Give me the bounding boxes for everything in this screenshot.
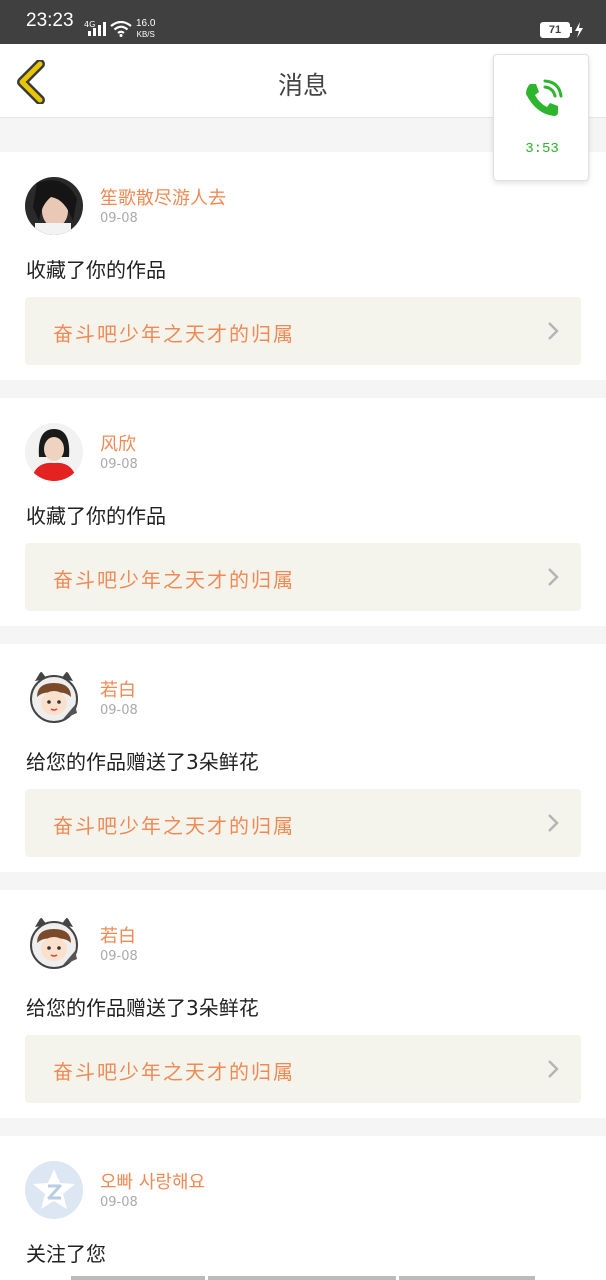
username[interactable]: 若白 <box>100 676 136 702</box>
action-text: 关注了您 <box>26 1242 106 1266</box>
message-card: 若白 09-08 给您的作品赠送了3朵鲜花 奋斗吧少年之天才的归属 <box>0 890 606 1118</box>
message-date: 09-08 <box>100 1195 138 1210</box>
default-avatar-icon <box>25 1161 83 1219</box>
work-link[interactable]: 奋斗吧少年之天才的归属 <box>25 543 581 611</box>
scroll-hint <box>71 1276 205 1280</box>
avatar-cartoon <box>25 669 83 727</box>
message-card: 笙歌散尽游人去 09-08 收藏了你的作品 奋斗吧少年之天才的归属 <box>0 152 606 380</box>
wifi-icon <box>110 21 132 37</box>
username[interactable]: 风欣 <box>100 430 136 456</box>
action-text: 收藏了你的作品 <box>26 504 166 528</box>
work-title: 奋斗吧少年之天才的归属 <box>53 814 295 838</box>
message-date: 09-08 <box>100 457 138 472</box>
work-title: 奋斗吧少年之天才的归属 <box>53 322 295 346</box>
call-widget[interactable]: 3:53 <box>493 54 589 181</box>
action-text: 给您的作品赠送了3朵鲜花 <box>26 750 259 774</box>
chevron-right-icon <box>548 568 559 586</box>
message-card: 风欣 09-08 收藏了你的作品 奋斗吧少年之天才的归属 <box>0 398 606 626</box>
work-title: 奋斗吧少年之天才的归属 <box>53 1060 295 1084</box>
status-time: 23:23 <box>26 10 74 31</box>
avatar-photo <box>25 177 83 235</box>
message-date: 09-08 <box>100 703 138 718</box>
username[interactable]: 若白 <box>100 922 136 948</box>
avatar[interactable] <box>25 1161 83 1219</box>
chevron-right-icon <box>548 814 559 832</box>
chevron-right-icon <box>548 1060 559 1078</box>
chevron-right-icon <box>548 322 559 340</box>
work-link[interactable]: 奋斗吧少年之天才的归属 <box>25 789 581 857</box>
charging-icon <box>575 22 583 38</box>
avatar[interactable] <box>25 915 83 973</box>
username[interactable]: 오빠 사랑해요 <box>100 1168 205 1194</box>
phone-icon <box>526 79 563 116</box>
avatar-photo <box>25 423 83 481</box>
avatar[interactable] <box>25 423 83 481</box>
message-card: 若白 09-08 给您的作品赠送了3朵鲜花 奋斗吧少年之天才的归属 <box>0 644 606 872</box>
avatar-cartoon <box>25 915 83 973</box>
avatar[interactable] <box>25 669 83 727</box>
username[interactable]: 笙歌散尽游人去 <box>100 184 226 210</box>
action-text: 给您的作品赠送了3朵鲜花 <box>26 996 259 1020</box>
work-link[interactable]: 奋斗吧少年之天才的归属 <box>25 1035 581 1103</box>
message-card: 오빠 사랑해요 09-08 关注了您 <box>0 1136 606 1280</box>
battery-icon: 71 <box>540 22 570 38</box>
network-speed: 16.0 KB/S <box>136 18 156 39</box>
status-bar: 23:23 4G 16.0 KB/S 71 <box>0 0 606 44</box>
message-date: 09-08 <box>100 949 138 964</box>
signal-icon <box>88 22 106 36</box>
work-link[interactable]: 奋斗吧少年之天才的归属 <box>25 297 581 365</box>
scroll-hint <box>399 1276 535 1280</box>
call-timer: 3:53 <box>525 141 559 157</box>
scroll-hint <box>208 1276 396 1280</box>
avatar[interactable] <box>25 177 83 235</box>
action-text: 收藏了你的作品 <box>26 258 166 282</box>
work-title: 奋斗吧少年之天才的归属 <box>53 568 295 592</box>
message-date: 09-08 <box>100 211 138 226</box>
